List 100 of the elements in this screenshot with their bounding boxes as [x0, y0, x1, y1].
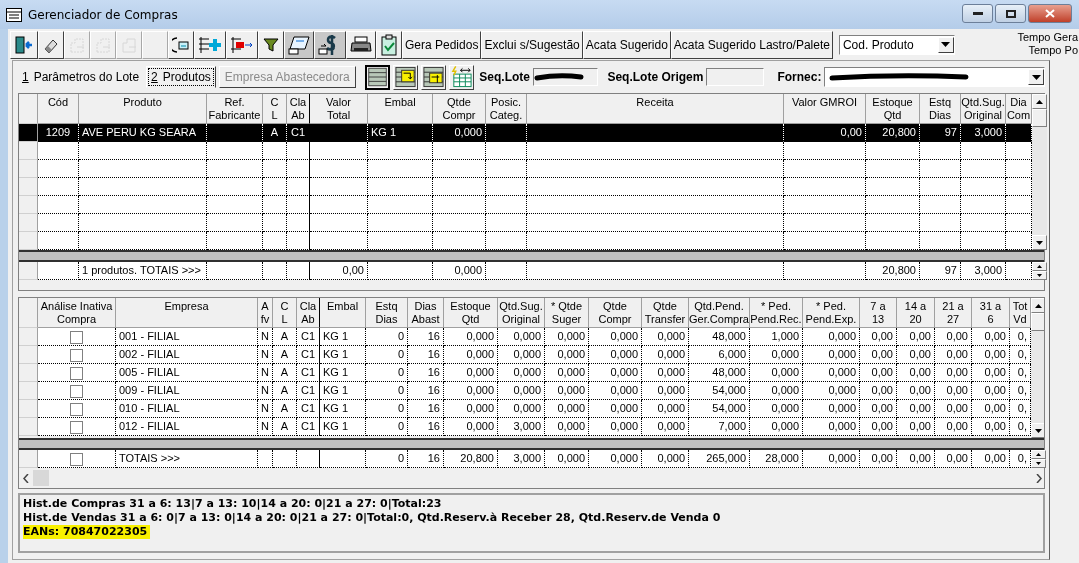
column-header[interactable]: Produto — [79, 94, 207, 124]
table-cell — [38, 160, 79, 178]
column-header[interactable]: A fv — [258, 298, 273, 328]
column-header[interactable]: Posic. Categ. — [486, 94, 527, 124]
column-header[interactable]: Cód — [38, 94, 79, 124]
column-header[interactable]: Qtde Compr — [433, 94, 486, 124]
tab[interactable]: 2 Produtos — [146, 66, 216, 88]
column-header[interactable]: Valor GMROI — [784, 94, 866, 124]
column-header[interactable]: Cla Ab — [287, 94, 310, 124]
vertical-scrollbar[interactable] — [1032, 94, 1047, 250]
column-header[interactable]: Cla Ab — [297, 298, 320, 328]
checkbox[interactable] — [70, 452, 83, 466]
toolbar-button[interactable]: Exclui s/Sugestão — [481, 30, 583, 59]
column-header[interactable]: Qtde Transfer — [642, 298, 689, 328]
input-field[interactable] — [532, 68, 599, 86]
column-header[interactable]: 7 a 13 — [860, 298, 897, 328]
column-header[interactable]: Receita — [527, 94, 784, 124]
view-button[interactable] — [365, 64, 391, 90]
checkbox[interactable] — [70, 330, 83, 344]
grid-splitter[interactable] — [19, 438, 1044, 450]
supplier-dropdown[interactable] — [824, 67, 1045, 87]
column-header[interactable]: Análise Inativa Compra — [38, 298, 116, 328]
row-header[interactable] — [19, 124, 38, 142]
table-cell — [310, 214, 368, 232]
column-header[interactable]: * Ped. Pend.Exp. — [803, 298, 860, 328]
table-cell — [433, 232, 486, 250]
column-header[interactable]: Qtd.Pend. Ger.Compra — [689, 298, 750, 328]
column-header[interactable]: Ref. Fabricante — [207, 94, 263, 124]
column-header[interactable]: Valor Total — [310, 94, 368, 124]
grid-splitter[interactable] — [19, 250, 1044, 262]
column-header[interactable]: 31 a 6 — [972, 298, 1010, 328]
toolbar-button[interactable]: Acata Sugerido — [582, 30, 671, 59]
toolbar-button[interactable] — [376, 30, 402, 59]
toolbar-button[interactable] — [314, 30, 346, 59]
toolbar-button[interactable] — [258, 30, 284, 59]
table-cell: 0,000 — [803, 400, 860, 418]
table-cell: 0,00 — [972, 382, 1010, 400]
minimize-button[interactable] — [962, 4, 993, 23]
toolbar-button[interactable] — [10, 30, 38, 59]
table-cell: 0,000 — [444, 382, 498, 400]
column-header[interactable]: Estoque Qtd — [444, 298, 498, 328]
table-cell: TOTAIS >>> — [116, 450, 258, 468]
toolbar-button[interactable] — [194, 30, 226, 59]
toolbar-button[interactable] — [38, 30, 64, 59]
column-header[interactable]: Tot Vd — [1010, 298, 1031, 328]
column-header[interactable]: 21 a 27 — [935, 298, 972, 328]
column-header[interactable]: Dias Abast — [408, 298, 444, 328]
vertical-scrollbar[interactable] — [1031, 298, 1044, 438]
toolbar-button[interactable] — [168, 30, 194, 59]
input-field[interactable] — [706, 68, 765, 86]
toolbar-button[interactable] — [284, 30, 314, 59]
table-cell: N — [258, 364, 273, 382]
table-cell — [961, 214, 1006, 232]
table-cell: 0,000 — [589, 450, 642, 468]
column-header[interactable]: Dia Com — [1006, 94, 1032, 124]
checkbox[interactable] — [70, 348, 83, 362]
scrollbar-thumb[interactable] — [1032, 109, 1047, 127]
column-header[interactable]: Embal — [368, 94, 433, 124]
checkbox[interactable] — [70, 366, 83, 380]
column-header[interactable]: Qtde Compr — [589, 298, 642, 328]
scrollbar-thumb[interactable] — [33, 470, 49, 486]
table-cell: 97 — [920, 124, 961, 142]
spin-button[interactable] — [1031, 450, 1046, 468]
checkbox[interactable] — [70, 402, 83, 416]
sort-dropdown[interactable]: Cod. Produto — [838, 34, 955, 55]
column-header[interactable]: Embal — [320, 298, 366, 328]
column-header[interactable]: Qtd.Sug. Original — [961, 94, 1006, 124]
table-cell — [320, 450, 366, 468]
column-header[interactable]: * Qtde Suger — [545, 298, 589, 328]
table-cell: 48,000 — [689, 364, 750, 382]
spin-button[interactable] — [1032, 262, 1047, 280]
table-cell — [310, 196, 368, 214]
maximize-button[interactable] — [995, 4, 1026, 23]
table-cell: 0,000 — [444, 328, 498, 346]
column-header[interactable]: * Ped. Pend.Rec. — [750, 298, 803, 328]
add-row-icon — [198, 35, 222, 54]
toolbar-button[interactable] — [346, 30, 376, 59]
toolbar-button[interactable]: Gera Pedidos — [402, 30, 482, 59]
toolbar-button[interactable] — [226, 30, 258, 59]
table-cell: 0,000 — [498, 364, 545, 382]
table-cell: 0,000 — [444, 364, 498, 382]
table-cell: 0,000 — [444, 346, 498, 364]
column-header[interactable]: Estoque Qtd — [866, 94, 920, 124]
table-row[interactable]: 1209 AVE PERU KG SEARA A C1 KG 1 0,000 0,00 20,800 97 3,000 — [19, 124, 1032, 142]
column-header[interactable]: Qtd.Sug. Original — [498, 298, 545, 328]
table-cell — [486, 232, 527, 250]
column-header[interactable]: Estq Dias — [366, 298, 408, 328]
table-cell — [1006, 160, 1032, 178]
scrollbar-thumb[interactable] — [1031, 313, 1044, 331]
column-header[interactable]: C L — [273, 298, 297, 328]
checkbox[interactable] — [70, 384, 83, 398]
checkbox[interactable] — [70, 420, 83, 434]
close-button[interactable] — [1028, 4, 1072, 23]
column-header[interactable]: Empresa — [116, 298, 258, 328]
toolbar-button[interactable]: Acata Sugerido Lastro/Palete — [670, 30, 833, 59]
column-header[interactable]: C L — [263, 94, 287, 124]
column-header[interactable]: Estq Dias — [920, 94, 961, 124]
column-header[interactable]: 14 a 20 — [897, 298, 935, 328]
table-cell: 0,00 — [860, 400, 897, 418]
restore-icon — [1005, 9, 1016, 18]
